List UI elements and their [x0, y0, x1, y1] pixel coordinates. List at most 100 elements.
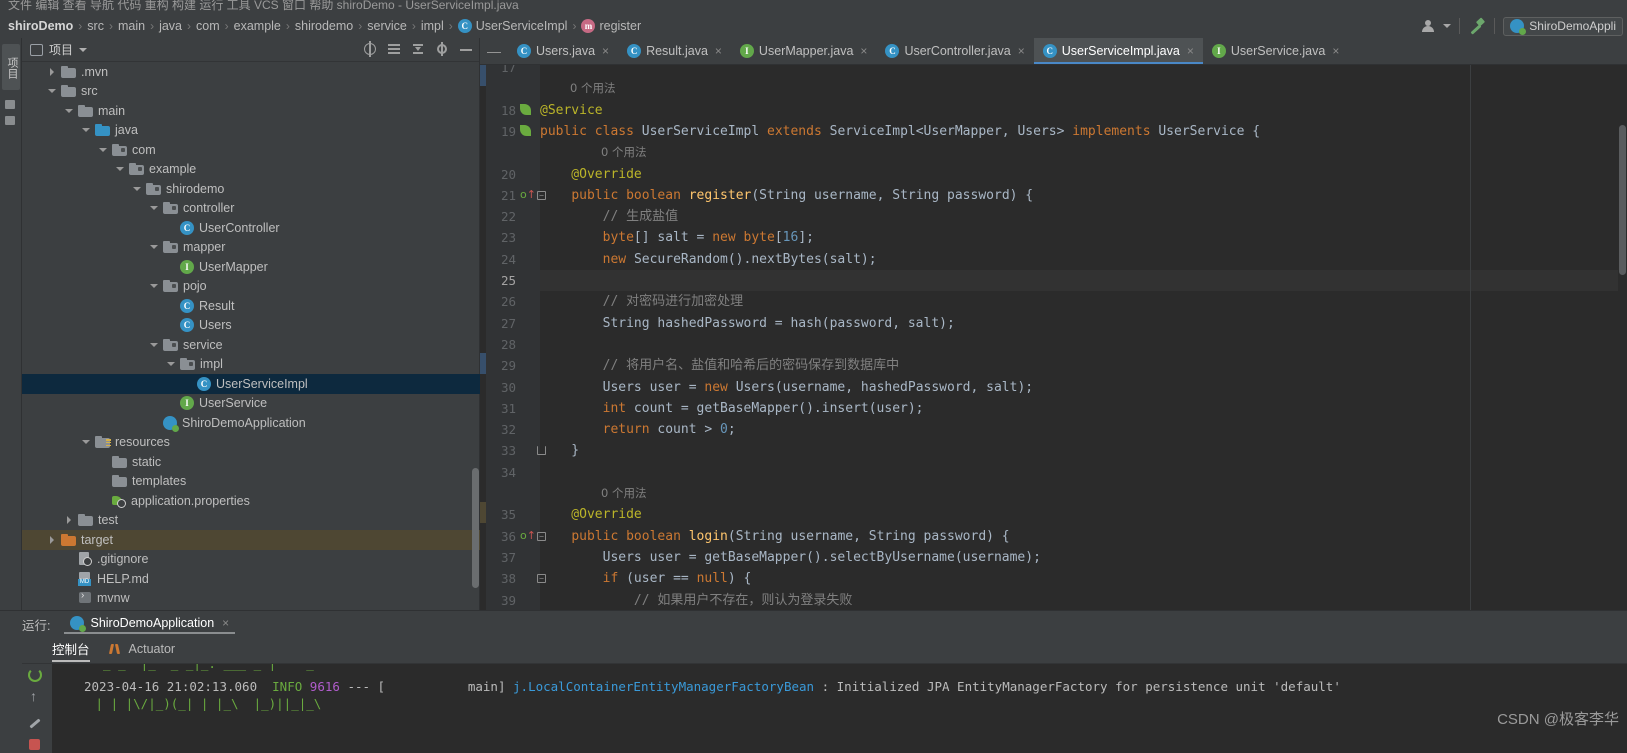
- locate-icon[interactable]: [363, 42, 377, 56]
- tab-list-icon[interactable]: —: [480, 38, 508, 64]
- chevron-down-icon[interactable]: [149, 281, 159, 291]
- chevron-right-icon[interactable]: [64, 515, 74, 525]
- chevron-down-icon[interactable]: [81, 125, 91, 135]
- chevron-down-icon[interactable]: [81, 437, 91, 447]
- structure-icon[interactable]: [5, 100, 15, 109]
- spring-bean-gutter-icon[interactable]: [520, 125, 532, 138]
- tab-actuator[interactable]: Actuator: [110, 642, 176, 660]
- editor-tab-bar[interactable]: — CUsers.java×CResult.java×IUserMapper.j…: [480, 38, 1627, 65]
- tree-item-users[interactable]: CUsers: [22, 316, 480, 336]
- code-line[interactable]: @Override: [540, 504, 1627, 525]
- hammer-icon[interactable]: [1468, 17, 1486, 35]
- editor-scrollbar[interactable]: [1618, 65, 1627, 610]
- chevron-down-icon[interactable]: [149, 242, 159, 252]
- code-line[interactable]: // 生成盐值: [540, 206, 1627, 227]
- wrench-icon[interactable]: [26, 714, 44, 732]
- inlay-usage-hint[interactable]: 0 个用法: [540, 78, 1627, 99]
- chevron-down-icon[interactable]: [79, 48, 87, 52]
- run-configuration-selector[interactable]: ShiroDemoAppli: [1503, 17, 1623, 36]
- chevron-down-icon[interactable]: [1443, 24, 1451, 28]
- inlay-usage-hint[interactable]: 0 个用法: [540, 142, 1627, 163]
- editor-tab-usermapper-java[interactable]: IUserMapper.java×: [731, 38, 877, 64]
- tree-item-usercontroller[interactable]: CUserController: [22, 218, 480, 238]
- tree-item-impl[interactable]: impl: [22, 355, 480, 375]
- breadcrumb-item-method[interactable]: register: [599, 19, 641, 33]
- breadcrumb-item-shirodemo[interactable]: shirodemo: [295, 19, 353, 33]
- tree-item-templates[interactable]: templates: [22, 472, 480, 492]
- menu-bar[interactable]: 文件 编辑 查看 导航 代码 重构 构建 运行 工具 VCS 窗口 帮助 shi…: [0, 0, 1627, 14]
- close-icon[interactable]: ×: [1187, 44, 1194, 58]
- tree-item-mapper[interactable]: mapper: [22, 238, 480, 258]
- inlay-usage-hint[interactable]: 0 个用法: [540, 483, 1627, 504]
- close-icon[interactable]: ×: [222, 616, 229, 630]
- close-icon[interactable]: ×: [1018, 44, 1025, 58]
- code-line[interactable]: @Service: [540, 100, 1627, 121]
- project-tree[interactable]: .mvnsrcmainjavacomexampleshirodemocontro…: [22, 62, 480, 610]
- tab-console[interactable]: 控制台: [52, 639, 90, 662]
- console-output[interactable]: _ _ |_ _ _|_. ___ _ | _ 2023-04-16 21:02…: [52, 664, 1627, 753]
- code-line[interactable]: Users user = new Users(username, hashedP…: [540, 377, 1627, 398]
- editor-tab-usercontroller-java[interactable]: CUserController.java×: [876, 38, 1033, 64]
- tree-item-controller[interactable]: controller: [22, 199, 480, 219]
- chevron-down-icon[interactable]: [132, 184, 142, 194]
- tree-item-shirodemoapplication[interactable]: ShiroDemoApplication: [22, 413, 480, 433]
- breadcrumb-item-class[interactable]: UserServiceImpl: [476, 19, 568, 33]
- breadcrumb-item-impl[interactable]: impl: [421, 19, 444, 33]
- collapse-all-icon[interactable]: [387, 42, 401, 56]
- spring-bean-gutter-icon[interactable]: [520, 104, 532, 117]
- person-icon[interactable]: [1421, 19, 1435, 33]
- code-line[interactable]: public class UserServiceImpl extends Ser…: [540, 121, 1627, 142]
- tree-item-mvnw[interactable]: mvnw: [22, 589, 480, 609]
- breadcrumb-root[interactable]: shiroDemo: [8, 19, 73, 33]
- override-method-gutter-icon[interactable]: o↑: [520, 529, 532, 542]
- code-line[interactable]: [540, 462, 1627, 483]
- editor-code-area[interactable]: 0 个用法@Servicepublic class UserServiceImp…: [540, 65, 1627, 610]
- editor-tab-users-java[interactable]: CUsers.java×: [508, 38, 618, 64]
- code-line[interactable]: [540, 270, 1627, 291]
- tree-item--mvn[interactable]: .mvn: [22, 62, 480, 82]
- code-line[interactable]: int count = getBaseMapper().insert(user)…: [540, 398, 1627, 419]
- sidebar-item-project[interactable]: 项目: [2, 44, 20, 90]
- code-editor[interactable]: 1718192021o↑−222324252627282930313233343…: [480, 65, 1627, 610]
- close-icon[interactable]: ×: [715, 44, 722, 58]
- tree-item-application-properties[interactable]: application.properties: [22, 491, 480, 511]
- chevron-down-icon[interactable]: [47, 86, 57, 96]
- code-line[interactable]: // 将用户名、盐值和哈希后的密码保存到数据库中: [540, 355, 1627, 376]
- code-line[interactable]: if (user == null) {: [540, 568, 1627, 589]
- chevron-down-icon[interactable]: [166, 359, 176, 369]
- chevron-down-icon[interactable]: [98, 145, 108, 155]
- close-icon[interactable]: ×: [602, 44, 609, 58]
- tree-item-main[interactable]: main: [22, 101, 480, 121]
- tree-item--gitignore[interactable]: .gitignore: [22, 550, 480, 570]
- code-line[interactable]: }: [540, 440, 1627, 461]
- breadcrumb-item-com[interactable]: com: [196, 19, 220, 33]
- breadcrumb-item-example[interactable]: example: [234, 19, 281, 33]
- code-line[interactable]: public boolean register(String username,…: [540, 185, 1627, 206]
- tree-item-pojo[interactable]: pojo: [22, 277, 480, 297]
- gear-icon[interactable]: [435, 42, 449, 56]
- editor-tab-userserviceimpl-java[interactable]: CUserServiceImpl.java×: [1034, 38, 1203, 64]
- chevron-down-icon[interactable]: [149, 203, 159, 213]
- tree-item-target[interactable]: target: [22, 530, 480, 550]
- breadcrumb-item-src[interactable]: src: [87, 19, 104, 33]
- project-tree-scrollbar[interactable]: [472, 468, 479, 588]
- tree-item-java[interactable]: java: [22, 121, 480, 141]
- code-line[interactable]: Users user = getBaseMapper().selectByUse…: [540, 547, 1627, 568]
- code-line[interactable]: // 如果用户不存在，则认为登录失败: [540, 590, 1627, 611]
- bookmarks-icon[interactable]: [5, 116, 15, 125]
- code-line[interactable]: @Override: [540, 164, 1627, 185]
- chevron-down-icon[interactable]: [64, 106, 74, 116]
- code-line[interactable]: byte[] salt = new byte[16];: [540, 227, 1627, 248]
- scroll-up-icon[interactable]: [26, 690, 44, 708]
- close-icon[interactable]: ×: [1332, 44, 1339, 58]
- tree-item-userserviceimpl[interactable]: CUserServiceImpl: [22, 374, 480, 394]
- expand-icon[interactable]: [411, 42, 425, 56]
- chevron-right-icon[interactable]: [47, 535, 57, 545]
- hide-icon[interactable]: [459, 42, 473, 56]
- code-line[interactable]: public boolean login(String username, St…: [540, 526, 1627, 547]
- code-line[interactable]: String hashedPassword = hash(password, s…: [540, 313, 1627, 334]
- tree-item-usermapper[interactable]: IUserMapper: [22, 257, 480, 277]
- close-icon[interactable]: ×: [860, 44, 867, 58]
- override-method-gutter-icon[interactable]: o↑: [520, 188, 532, 201]
- code-line[interactable]: [540, 65, 1627, 78]
